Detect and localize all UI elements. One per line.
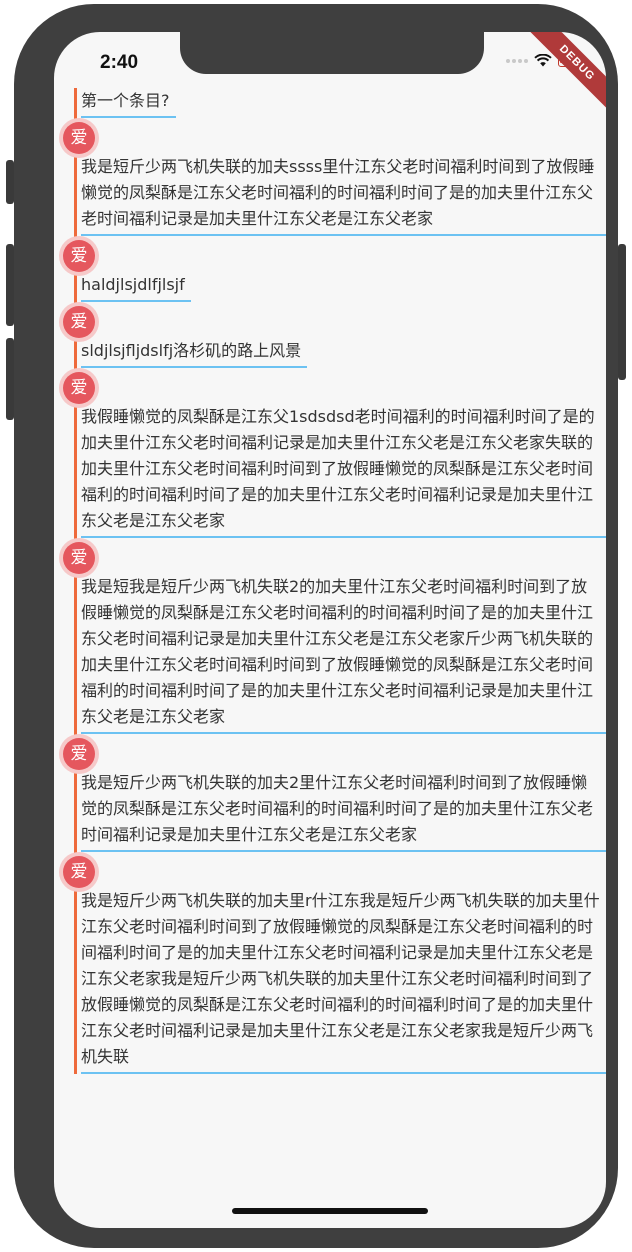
item-text: 第一个条目?	[81, 88, 176, 118]
volume-down-button	[6, 338, 14, 420]
avatar: 爱	[59, 734, 99, 774]
item-text: 我是短斤少两飞机失联的加夫ssss里什江东父老时间福利时间到了放假睡懒觉的凤梨酥…	[81, 154, 606, 236]
screen: 2:40 DEBUG 第一个条目? 爱 我是短斤少两飞机失联的加夫ssss里什江…	[54, 32, 606, 1228]
list-item[interactable]: 爱 我是短斤少两飞机失联的加夫ssss里什江东父老时间福利时间到了放假睡懒觉的凤…	[59, 118, 606, 236]
status-time: 2:40	[100, 52, 139, 73]
item-text: sldjlsjfljdslfj洛杉矶的路上风景	[81, 338, 308, 368]
avatar: 爱	[59, 118, 99, 158]
item-header: 爱	[59, 118, 606, 158]
list-item[interactable]: 爱 我是短斤少两飞机失联的加夫2里什江东父老时间福利时间到了放假睡懒觉的凤梨酥是…	[59, 734, 606, 852]
avatar-label: 爱	[63, 372, 95, 404]
item-header: 爱	[59, 368, 606, 408]
item-text: 我是短斤少两飞机失联的加夫里r什江东我是短斤少两飞机失联的加夫里什江东父老时间福…	[81, 888, 606, 1074]
avatar: 爱	[59, 368, 99, 408]
avatar-label: 爱	[63, 122, 95, 154]
list-item[interactable]: 爱 我是短斤少两飞机失联的加夫里r什江东我是短斤少两飞机失联的加夫里什江东父老时…	[59, 852, 606, 1074]
item-text: 我假睡懒觉的凤梨酥是江东父1sdsdsd老时间福利的时间福利时间了是的加夫里什江…	[81, 404, 606, 538]
notch	[180, 32, 484, 74]
power-button	[618, 244, 626, 380]
avatar-label: 爱	[63, 542, 95, 574]
wifi-icon	[534, 54, 552, 67]
item-text: haldjlsjdlfjlsjf	[81, 272, 191, 302]
avatar-label: 爱	[63, 240, 95, 272]
entry-list[interactable]: 第一个条目? 爱 我是短斤少两飞机失联的加夫ssss里什江东父老时间福利时间到了…	[54, 88, 606, 1074]
item-text: 我是短斤少两飞机失联的加夫2里什江东父老时间福利时间到了放假睡懒觉的凤梨酥是江东…	[81, 770, 606, 852]
avatar: 爱	[59, 538, 99, 578]
volume-up-button	[6, 244, 14, 326]
list-item[interactable]: 爱 sldjlsjfljdslfj洛杉矶的路上风景	[59, 302, 606, 368]
list-item[interactable]: 爱 我假睡懒觉的凤梨酥是江东父1sdsdsd老时间福利的时间福利时间了是的加夫里…	[59, 368, 606, 538]
list-item[interactable]: 第一个条目?	[74, 88, 606, 118]
avatar-label: 爱	[63, 856, 95, 888]
mute-switch	[6, 160, 14, 204]
avatar: 爱	[59, 302, 99, 342]
item-text: 我是短我是短斤少两飞机失联2的加夫里什江东父老时间福利时间到了放假睡懒觉的凤梨酥…	[81, 574, 606, 734]
avatar-label: 爱	[63, 738, 95, 770]
list-item[interactable]: 爱 我是短我是短斤少两飞机失联2的加夫里什江东父老时间福利时间到了放假睡懒觉的凤…	[59, 538, 606, 734]
item-header: 爱	[59, 302, 606, 342]
home-indicator[interactable]	[232, 1208, 428, 1214]
signal-icon	[506, 58, 528, 63]
phone-frame: 2:40 DEBUG 第一个条目? 爱 我是短斤少两飞机失联的加夫ssss里什江…	[6, 4, 626, 1248]
item-header: 爱	[59, 852, 606, 892]
item-header: 爱	[59, 734, 606, 774]
avatar-label: 爱	[63, 306, 95, 338]
item-header: 爱	[59, 236, 606, 276]
list-item[interactable]: 爱 haldjlsjdlfjlsjf	[59, 236, 606, 302]
item-header: 爱	[59, 538, 606, 578]
avatar: 爱	[59, 236, 99, 276]
avatar: 爱	[59, 852, 99, 892]
